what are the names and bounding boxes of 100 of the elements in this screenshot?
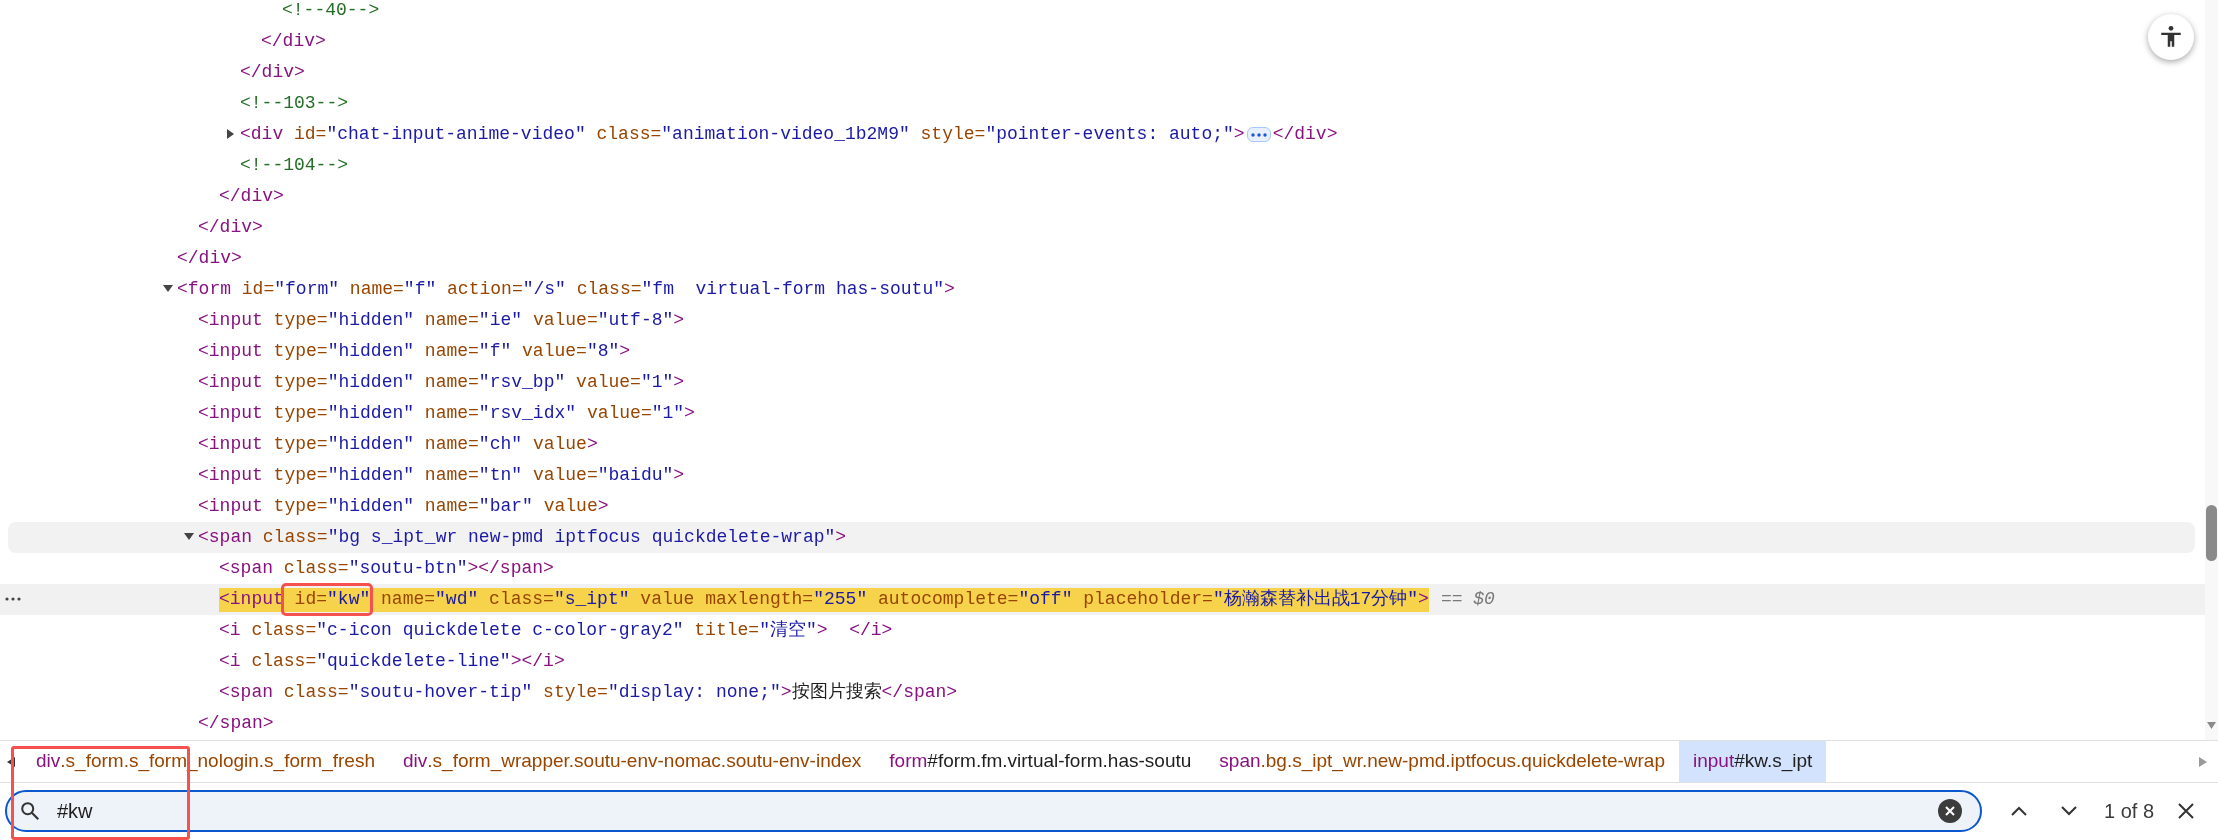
tag-name: </div> — [261, 30, 326, 53]
tag-name: <input — [198, 402, 263, 425]
dom-node-row[interactable]: </span> — [0, 708, 2205, 739]
tag-name: <input — [219, 588, 284, 611]
scroll-down-arrow-icon[interactable] — [2207, 722, 2216, 729]
attribute-value: "f" — [478, 340, 512, 363]
tag-name: </span> — [198, 712, 274, 735]
close-icon — [1944, 805, 1956, 817]
search-field[interactable]: #kw — [5, 790, 1982, 832]
attribute-value: "animation-video_1b2M9" — [661, 123, 910, 146]
dom-node-row[interactable]: <!--104--> — [0, 150, 2205, 181]
attribute-name: name= — [423, 340, 479, 363]
tag-name: > — [944, 278, 955, 301]
dom-node-row[interactable]: <span class="bg s_ipt_wr new-pmd iptfocus quickdelete-wrap"> — [8, 522, 2195, 553]
tag-name: <i — [219, 650, 241, 673]
tag-name: <span — [198, 526, 252, 549]
dom-node-row[interactable]: <input id="kw" name="wd" class="s_ipt" value maxlength="255" autocomplete="off" placeholder="杨瀚森替补出战17分钟"> == $0 — [0, 584, 2205, 615]
tag-name: <div — [240, 123, 284, 146]
tag-name: <span — [219, 557, 273, 580]
text-content: 按图片搜索 — [791, 681, 882, 704]
chevron-down-icon — [2060, 805, 2078, 817]
attribute-name: type= — [272, 402, 328, 425]
dom-node-row[interactable]: <input type="hidden" name="ie" value="utf-8"> — [0, 305, 2205, 336]
dom-node-row[interactable]: <input type="hidden" name="f" value="8"> — [0, 336, 2205, 367]
html-comment: <!--103--> — [240, 92, 349, 115]
tag-name: </div> — [240, 61, 305, 84]
attribute-value: "杨瀚森替补出战17分钟" — [1212, 588, 1419, 611]
attribute-value: "ch" — [478, 433, 523, 456]
more-options-icon[interactable] — [5, 597, 21, 601]
attribute-name: type= — [272, 495, 328, 518]
attribute-value: "rsv_idx" — [478, 402, 577, 425]
tag-name: > — [1233, 123, 1245, 146]
dom-node-row[interactable]: <input type="hidden" name="ch" value> — [0, 429, 2205, 460]
dom-node-row[interactable]: </div> — [0, 181, 2205, 212]
attribute-value: "hidden" — [327, 433, 415, 456]
attribute-value: "off" — [1018, 588, 1073, 611]
attribute-value: "soutu-btn" — [348, 557, 468, 580]
attribute-value: "hidden" — [327, 340, 415, 363]
tag-name: ></i> — [510, 650, 565, 673]
match-count: 1 of 8 — [2104, 799, 2155, 824]
dom-node-row[interactable]: </div> — [0, 57, 2205, 88]
attribute-name: class= — [261, 526, 328, 549]
dom-node-row[interactable]: <div id="chat-input-anime-video" class="animation-video_1b2M9" style="pointer-events: auto;"> </div> — [0, 119, 2205, 150]
dom-node-row[interactable]: <input type="hidden" name="bar" value> — [0, 491, 2205, 522]
tag-name: > — [673, 309, 685, 332]
dom-node-row[interactable]: <span class="soutu-hover-tip" style="display: none;">按图片搜索</span> — [0, 677, 2205, 708]
tag-name: <i — [219, 619, 241, 642]
attribute-name: type= — [272, 340, 328, 363]
dom-node-row[interactable]: <input type="hidden" name="rsv_bp" value="1"> — [0, 367, 2205, 398]
dom-node-row[interactable]: <i class="quickdelete-line"></i> — [0, 646, 2205, 677]
attribute-name: class= — [595, 123, 662, 146]
search-icon — [19, 800, 41, 822]
dom-node-row[interactable]: </div> — [0, 243, 2205, 274]
attribute-value: "/s" — [522, 278, 566, 301]
tag-name: </span> — [881, 681, 958, 704]
dom-node-row[interactable]: <form id="form" name="f" action="/s" class="fm virtual-form has-soutu"> — [0, 274, 2205, 305]
attribute-value: "form" — [274, 278, 340, 301]
tag-name: </div> — [198, 216, 263, 239]
expanded-triangle-icon[interactable] — [184, 532, 194, 542]
attribute-name: value — [531, 433, 587, 456]
expand-button[interactable] — [1246, 127, 1271, 142]
attribute-name: name= — [348, 278, 404, 301]
scrollbar-thumb[interactable] — [2206, 505, 2217, 561]
breadcrumb[interactable]: div.s_form_wrapper.soutu-env-nomac.soutu-env-index — [389, 741, 876, 782]
dom-node-row[interactable]: <span class="soutu-btn"></span> — [0, 553, 2205, 584]
attribute-value: "c-icon quickdelete c-color-gray2" — [316, 619, 684, 642]
ellipsis-icon — [1250, 132, 1267, 137]
attribute-value: "255" — [813, 588, 868, 611]
tag-name: </div> — [1272, 123, 1338, 146]
tag-name: </div> — [219, 185, 284, 208]
attribute-name: name= — [423, 371, 479, 394]
tag-name: > — [619, 340, 631, 363]
attribute-value: "baidu" — [597, 464, 674, 487]
expanded-triangle-icon[interactable] — [163, 284, 173, 294]
chevron-up-icon — [2010, 805, 2028, 817]
dom-node-row[interactable]: <!--103--> — [0, 88, 2205, 119]
tag-name: <input — [198, 433, 263, 456]
dom-node-row[interactable]: </div> — [0, 26, 2205, 57]
dom-node-row[interactable]: <i class="c-icon quickdelete c-color-gray2" title="清空"> </i> — [0, 615, 2205, 646]
attribute-value: "rsv_bp" — [478, 371, 566, 394]
clear-button[interactable] — [1938, 799, 1962, 823]
breadcrumb[interactable]: input#kw.s_ipt — [1679, 741, 1827, 782]
attribute-name: class= — [282, 681, 349, 704]
breadcrumb[interactable]: form#form.fm.virtual-form.has-soutu — [875, 741, 1206, 782]
attribute-name: name= — [423, 495, 479, 518]
search-input[interactable]: #kw — [57, 796, 1938, 826]
tag-name: > — [673, 464, 685, 487]
dom-node-row[interactable]: <input type="hidden" name="rsv_idx" value="1"> — [0, 398, 2205, 429]
attribute-name: class= — [250, 650, 317, 673]
scrollbar[interactable] — [2205, 0, 2218, 740]
dom-node-row[interactable]: <input type="hidden" name="tn" value="baidu"> — [0, 460, 2205, 491]
breadcrumb[interactable]: span.bg.s_ipt_wr.new-pmd.iptfocus.quickdelete-wrap — [1205, 741, 1679, 782]
tag-name: <input — [198, 464, 263, 487]
dom-node-row[interactable]: <!--40--> — [0, 0, 2205, 26]
html-comment: <!--104--> — [240, 154, 349, 177]
dom-node-row[interactable]: </div> — [0, 212, 2205, 243]
collapsed-triangle-icon[interactable] — [226, 129, 236, 139]
accessibility-button[interactable] — [2148, 14, 2194, 60]
attribute-value: "1" — [640, 371, 674, 394]
attribute-name: type= — [272, 433, 328, 456]
